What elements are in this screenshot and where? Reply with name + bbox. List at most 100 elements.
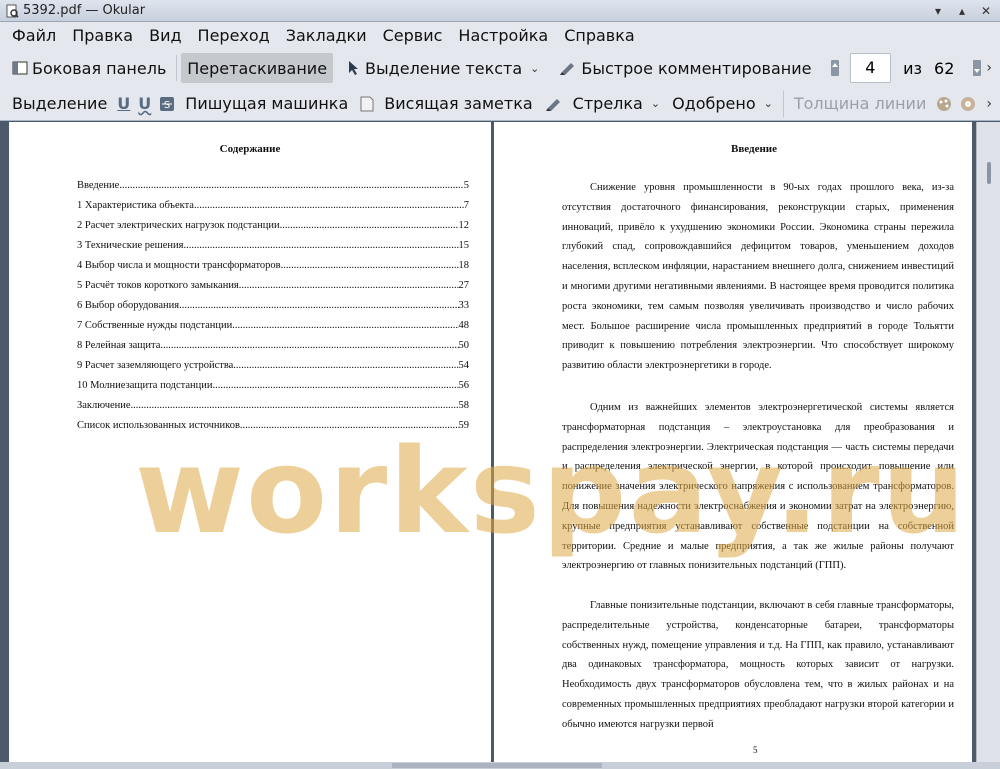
strikeout-button[interactable]: S: [155, 89, 179, 119]
highlight-button[interactable]: Выделение: [6, 89, 113, 119]
toc-leader-dots: [232, 320, 458, 331]
toc-leader-dots: [160, 340, 458, 351]
chevron-down-icon[interactable]: ⌄: [651, 97, 660, 110]
stamp-button[interactable]: Одобрено ⌄: [666, 89, 779, 119]
highlight-label: Выделение: [12, 94, 108, 113]
toc-entry-page: 12: [458, 220, 470, 231]
page-total-label: 62: [934, 58, 955, 78]
toolbar-overflow-icon[interactable]: ›: [986, 96, 992, 112]
toc-entry-page: 7: [463, 200, 469, 211]
toc-entry-title: 8 Релейная защита: [77, 340, 161, 351]
horizontal-scrollbar[interactable]: [0, 762, 1000, 769]
arrow-button[interactable]: Стрелка ⌄: [539, 89, 666, 119]
popup-note-button[interactable]: Висящая заметка: [354, 89, 538, 119]
quick-comment-button[interactable]: Быстрое комментирование: [553, 53, 817, 83]
maximize-icon[interactable]: ▴: [956, 5, 968, 17]
toc-entry[interactable]: 5 Расчёт токов короткого замыкания 27: [77, 280, 469, 294]
menu-bookmarks[interactable]: Закладки: [278, 22, 375, 49]
toc-entry-page: 59: [458, 420, 470, 431]
menu-help[interactable]: Справка: [556, 22, 643, 49]
typewriter-button[interactable]: Пишущая машинка: [179, 89, 354, 119]
toc-entry[interactable]: 8 Релейная защита 50: [77, 340, 469, 354]
color-palette-icon: [937, 96, 952, 111]
close-icon[interactable]: ✕: [980, 5, 992, 17]
toc-entry[interactable]: 3 Технические решения 15: [77, 240, 469, 254]
toc-entry-title: 2 Расчет электрических нагрузок подстанц…: [77, 220, 280, 231]
opacity-button[interactable]: [956, 89, 980, 119]
sidebar-button[interactable]: Боковая панель: [6, 53, 172, 83]
drag-mode-button[interactable]: Перетаскивание: [181, 53, 334, 83]
toc-entry-page: 5: [463, 180, 469, 191]
toc-entry[interactable]: 9 Расчет заземляющего устройства 54: [77, 360, 469, 374]
toc-entry-title: Список использованных источников: [77, 420, 240, 431]
toc-entry-page: 50: [458, 340, 470, 351]
toc-entry-title: 9 Расчет заземляющего устройства: [77, 360, 234, 371]
pen-icon: [545, 96, 563, 112]
toc-entry-title: 10 Молниезащита подстанции: [77, 380, 213, 391]
toc-entry[interactable]: 6 Выбор оборудования 33: [77, 300, 469, 314]
arrow-label: Стрелка: [572, 94, 643, 113]
menu-settings[interactable]: Настройка: [450, 22, 556, 49]
toc-entry-title: Заключение: [77, 400, 131, 411]
toc-heading: Содержание: [219, 143, 281, 155]
document-viewport[interactable]: Содержание Введение 5 1 Характеристика объ…: [0, 122, 1000, 769]
annotation-toolbar: Выделение U U S Пишущая машинка Висящая …: [0, 87, 1000, 121]
chevron-down-icon[interactable]: ⌄: [530, 62, 539, 75]
title-bar: 5392.pdf — Okular ▾ ▴ ✕: [0, 0, 1000, 22]
toc-entry[interactable]: 2 Расчет электрических нагрузок подстанц…: [77, 220, 469, 234]
next-page-button[interactable]: [968, 53, 986, 83]
toolbar-separator: [176, 55, 178, 81]
page-down-icon: [973, 60, 982, 76]
paragraph: Одним из важнейших элементов электроэнер…: [562, 402, 954, 572]
toc-entry-page: 56: [458, 380, 470, 391]
toc-entry[interactable]: 4 Выбор числа и мощности трансформаторов…: [77, 260, 469, 274]
toc-entry[interactable]: Введение 5: [77, 180, 469, 194]
toc-entry[interactable]: 10 Молниезащита подстанции 56: [77, 380, 469, 394]
toc-entry-page: 54: [458, 360, 470, 371]
menu-go[interactable]: Переход: [190, 22, 278, 49]
line-width-button[interactable]: Толщина линии: [788, 89, 933, 119]
toc-entry-page: 48: [458, 320, 470, 331]
squiggly-button[interactable]: U: [134, 89, 155, 119]
toc-entry[interactable]: Заключение 58: [77, 400, 469, 414]
vertical-scrollbar[interactable]: [976, 122, 1000, 769]
toc-leader-dots: [179, 300, 458, 311]
text-selection-button[interactable]: Выделение текста ⌄: [341, 53, 545, 83]
toc-entry-title: 5 Расчёт токов короткого замыкания: [77, 280, 239, 291]
toc-leader-dots: [184, 240, 459, 251]
menu-bar: Файл Правка Вид Переход Закладки Сервис …: [0, 22, 1000, 49]
page-number: 5: [753, 745, 758, 755]
toc-leader-dots: [280, 220, 459, 231]
minimize-icon[interactable]: ▾: [932, 5, 944, 17]
menu-edit[interactable]: Правка: [64, 22, 141, 49]
window-title: 5392.pdf — Okular: [23, 3, 146, 18]
toc-entry[interactable]: 7 Собственные нужды подстанции 48: [77, 320, 469, 334]
scrollbar-thumb[interactable]: [987, 162, 991, 184]
menu-file[interactable]: Файл: [4, 22, 64, 49]
page-number-input[interactable]: 4: [849, 53, 892, 83]
toc-entry-title: Введение: [77, 180, 120, 191]
okular-app-icon: [6, 4, 19, 18]
menu-view[interactable]: Вид: [141, 22, 189, 49]
sidebar-icon: [12, 60, 28, 76]
color-button[interactable]: [932, 89, 956, 119]
previous-page-button[interactable]: [826, 53, 844, 83]
toc-entry-page: 33: [458, 300, 470, 311]
opacity-icon: [961, 96, 976, 111]
toc-entry[interactable]: 1 Характеристика объекта 7: [77, 200, 469, 214]
toc-entry[interactable]: Список использованных источников 59: [77, 420, 469, 434]
toc-entry-page: 15: [458, 240, 470, 251]
toc-leader-dots: [281, 260, 459, 271]
text-selection-label: Выделение текста: [365, 58, 523, 78]
menu-tools[interactable]: Сервис: [375, 22, 451, 49]
page-of-label: из: [903, 58, 923, 78]
toolbar-overflow-icon[interactable]: ›: [986, 60, 992, 76]
chevron-down-icon[interactable]: ⌄: [764, 97, 773, 110]
intro-heading: Введение: [730, 143, 778, 155]
toc-leader-dots: [213, 380, 459, 391]
scrollbar-thumb[interactable]: [392, 763, 602, 768]
underline-button[interactable]: U: [113, 89, 134, 119]
page-up-icon: [830, 60, 839, 76]
toc-leader-dots: [233, 360, 458, 371]
toc-leader-dots: [119, 180, 463, 191]
